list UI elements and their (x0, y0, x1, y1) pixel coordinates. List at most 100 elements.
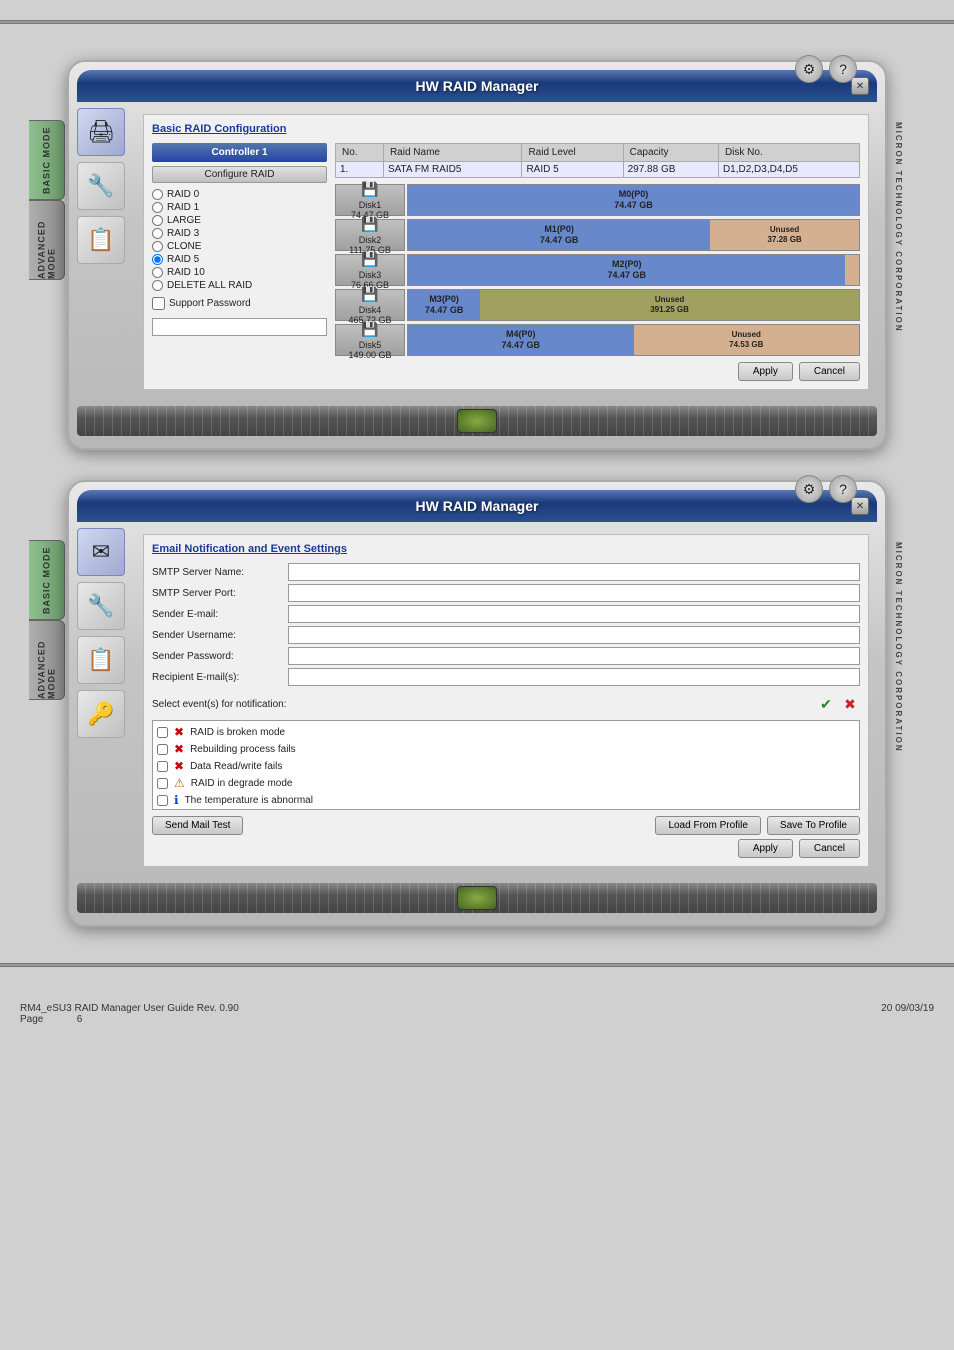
top-rule (0, 20, 954, 24)
sidebar-icons-1: 🖨 🔧 📋 (77, 108, 135, 396)
sidebar-icon-key-2[interactable]: 🔑 (77, 690, 125, 738)
raid-row-1-no: 1. (336, 162, 384, 178)
sidebar-icon-print-1[interactable]: 🖨 (77, 108, 125, 156)
controller-btn[interactable]: Controller 1 (152, 143, 327, 162)
footer-line1: RM4_eSU3 RAID Manager User Guide Rev. 0.… (20, 1003, 239, 1014)
event-label-1: RAID is broken mode (190, 727, 285, 738)
load-from-profile-btn[interactable]: Load From Profile (655, 816, 760, 835)
window2-apply-btn[interactable]: Apply (738, 839, 793, 858)
radio-clone-input[interactable] (152, 241, 163, 252)
sidebar-icon-email-2[interactable]: ✉ (77, 528, 125, 576)
window1-title: HW RAID Manager (416, 78, 539, 94)
disk1-icon: 💾 (361, 181, 378, 198)
col-disk-no: Disk No. (718, 144, 859, 162)
disk4-label: 💾 Disk4 465.72 GB (335, 289, 405, 321)
disk2-seg1-label: M1(P0)74.47 GB (540, 224, 579, 246)
radio-raid1[interactable]: RAID 1 (152, 202, 327, 213)
send-mail-test-btn[interactable]: Send Mail Test (152, 816, 243, 835)
disk5-icon: 💾 (361, 321, 378, 338)
disk5-label: 💾 Disk5 149.00 GB (335, 324, 405, 356)
save-to-profile-btn[interactable]: Save To Profile (767, 816, 860, 835)
help-icon-1[interactable]: ? (829, 55, 857, 83)
page-footer: RM4_eSU3 RAID Manager User Guide Rev. 0.… (0, 997, 954, 1031)
section-title-2: Email Notification and Event Settings (152, 543, 860, 555)
event-check-5[interactable] (157, 795, 168, 806)
sender-username-input[interactable] (288, 626, 860, 644)
radio-raid10[interactable]: RAID 10 (152, 267, 327, 278)
radio-group: RAID 0 RAID 1 LARGE (152, 189, 327, 291)
disk-row-1: 💾 Disk1 74.47 GB M0(P0)74.47 GB (335, 184, 860, 216)
radio-delete-label: DELETE ALL RAID (167, 280, 252, 291)
sender-password-input[interactable] (288, 647, 860, 665)
sender-email-label: Sender E-mail: (152, 605, 282, 623)
notification-action-icons: ✔ ✖ (816, 694, 860, 714)
disk3-label: 💾 Disk3 76.66 GB (335, 254, 405, 286)
radio-raid5-input[interactable] (152, 254, 163, 265)
profile-btns: Load From Profile Save To Profile (655, 816, 860, 835)
window1-cancel-btn[interactable]: Cancel (799, 362, 860, 381)
configure-btn[interactable]: Configure RAID (152, 166, 327, 183)
event-item-1: ✖ RAID is broken mode (157, 725, 855, 739)
radio-raid3-input[interactable] (152, 228, 163, 239)
support-password-check[interactable] (152, 297, 165, 310)
window1-main: Basic RAID Configuration Controller 1 Co… (143, 114, 869, 390)
smtp-server-name-input[interactable] (288, 563, 860, 581)
disk3-icon: 💾 (361, 251, 378, 268)
event-check-2[interactable] (157, 744, 168, 755)
event-icon-2: ✖ (174, 742, 184, 756)
radio-large-input[interactable] (152, 215, 163, 226)
email-form-grid: SMTP Server Name: SMTP Server Port: Send… (152, 563, 860, 686)
sidebar-icon-list-1[interactable]: 📋 (77, 216, 125, 264)
radio-large[interactable]: LARGE (152, 215, 327, 226)
sender-email-input[interactable] (288, 605, 860, 623)
basic-mode-tab-2[interactable]: Basic Mode (29, 540, 65, 620)
radio-raid5[interactable]: RAID 5 (152, 254, 327, 265)
footer-right: 20 09/03/19 (881, 1003, 934, 1025)
radio-delete[interactable]: DELETE ALL RAID (152, 280, 327, 291)
disk5-seg1: M4(P0)74.47 GB (408, 325, 634, 355)
radio-raid10-input[interactable] (152, 267, 163, 278)
radio-large-label: LARGE (167, 215, 201, 226)
radio-raid0-input[interactable] (152, 189, 163, 200)
recipient-email-label: Recipient E-mail(s): (152, 668, 282, 686)
recipient-email-input[interactable] (288, 668, 860, 686)
col-raid-name: Raid Name (383, 144, 522, 162)
support-password-checkbox[interactable]: Support Password (152, 297, 327, 310)
disk5-seg1-label: M4(P0)74.47 GB (501, 329, 540, 351)
disk1-seg1: M0(P0)74.47 GB (408, 185, 859, 215)
notification-label: Select event(s) for notification: (152, 699, 287, 710)
window2-cancel-btn[interactable]: Cancel (799, 839, 860, 858)
window1: HW RAID Manager ✕ ⚙ ? 🖨 🔧 📋 (67, 60, 887, 450)
disk2-bar: M1(P0)74.47 GB Unused37.28 GB (407, 219, 860, 251)
event-check-1[interactable] (157, 727, 168, 738)
disk2-seg2-label: Unused37.28 GB (767, 225, 801, 244)
radio-raid3[interactable]: RAID 3 (152, 228, 327, 239)
advanced-mode-tab-2[interactable]: Advanced Mode (29, 620, 65, 700)
radio-raid1-input[interactable] (152, 202, 163, 213)
clear-all-icon[interactable]: ✖ (840, 694, 860, 714)
sidebar-icon-config-2[interactable]: 🔧 (77, 582, 125, 630)
settings-icon-2[interactable]: ⚙ (795, 475, 823, 503)
bottom-center-obj-2 (457, 886, 497, 910)
window1-apply-btn[interactable]: Apply (738, 362, 793, 381)
disk5-bar: M4(P0)74.47 GB Unused74.53 GB (407, 324, 860, 356)
radio-clone[interactable]: CLONE (152, 241, 327, 252)
sidebar-icon-config-1[interactable]: 🔧 (77, 162, 125, 210)
settings-icon-1[interactable]: ⚙ (795, 55, 823, 83)
support-password-input[interactable] (152, 318, 327, 336)
event-check-3[interactable] (157, 761, 168, 772)
bottom-center-obj-1 (457, 409, 497, 433)
advanced-mode-tab-1[interactable]: Advanced Mode (29, 200, 65, 280)
radio-raid0[interactable]: RAID 0 (152, 189, 327, 200)
raid-row-1-level: RAID 5 (522, 162, 623, 178)
check-all-icon[interactable]: ✔ (816, 694, 836, 714)
radio-delete-input[interactable] (152, 280, 163, 291)
radio-raid10-label: RAID 10 (167, 267, 205, 278)
disk5-seg2: Unused74.53 GB (634, 325, 860, 355)
smtp-server-port-input[interactable] (288, 584, 860, 602)
disk3-name: Disk3 (359, 270, 382, 280)
help-icon-2[interactable]: ? (829, 475, 857, 503)
event-check-4[interactable] (157, 778, 168, 789)
basic-mode-tab-1[interactable]: Basic Mode (29, 120, 65, 200)
sidebar-icon-list-2[interactable]: 📋 (77, 636, 125, 684)
